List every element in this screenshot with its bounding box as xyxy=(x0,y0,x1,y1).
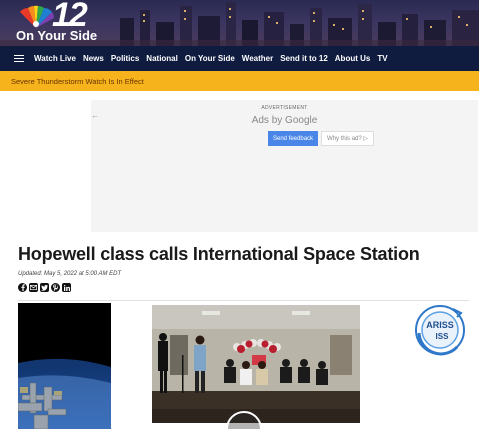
classroom-photo xyxy=(152,305,360,423)
updated-timestamp: Updated: May 5, 2022 at 5:00 AM EDT xyxy=(18,271,122,277)
pinterest-icon[interactable] xyxy=(51,283,60,292)
space-station-image xyxy=(18,303,111,429)
nav-item-watch-live[interactable]: Watch Live xyxy=(34,54,76,63)
ariss-logo-text: ARISS xyxy=(426,320,454,330)
main-nav: Watch Live News Politics National On You… xyxy=(0,46,479,71)
nav-item-politics[interactable]: Politics xyxy=(111,54,139,63)
nav-item-news[interactable]: News xyxy=(83,54,104,63)
nav-item-tv[interactable]: TV xyxy=(377,54,387,63)
share-bar xyxy=(18,283,71,292)
peacock-logo-icon xyxy=(20,5,54,29)
nav-item-send-it-to-12[interactable]: Send it to 12 xyxy=(280,54,328,63)
station-logo[interactable]: 12 On Your Side xyxy=(12,0,112,44)
facebook-icon[interactable] xyxy=(18,283,27,292)
send-feedback-button[interactable]: Send feedback xyxy=(268,131,319,146)
email-icon[interactable] xyxy=(29,283,38,292)
article-media[interactable]: ARISS ISS xyxy=(18,303,469,429)
article-headline: Hopewell class calls International Space… xyxy=(18,244,420,264)
hamburger-menu-icon[interactable] xyxy=(14,54,24,63)
why-this-ad-button[interactable]: Why this ad? ▷ xyxy=(321,131,374,146)
advertisement: ADVERTISEMENT ← Ads by Google Send feedb… xyxy=(91,100,478,232)
iss-logo-text: ISS xyxy=(436,332,450,341)
divider xyxy=(18,300,469,301)
nav-item-about-us[interactable]: About Us xyxy=(335,54,371,63)
twitter-icon[interactable] xyxy=(40,283,49,292)
ads-by-google: Ads by Google xyxy=(251,115,318,126)
station-tagline: On Your Side xyxy=(16,28,98,43)
ad-buttons: Send feedback Why this ad? ▷ xyxy=(268,131,374,146)
nav-item-national[interactable]: National xyxy=(146,54,178,63)
weather-alert-bar[interactable]: Severe Thunderstorm Watch Is In Effect xyxy=(0,71,479,91)
linkedin-icon[interactable] xyxy=(62,283,71,292)
ad-label: ADVERTISEMENT xyxy=(261,105,308,111)
header-banner: 12 On Your Side xyxy=(0,0,479,46)
alert-text: Severe Thunderstorm Watch Is In Effect xyxy=(11,76,144,86)
nav-item-on-your-side[interactable]: On Your Side xyxy=(185,54,235,63)
ariss-logo-icon: ARISS ISS xyxy=(415,305,465,356)
nav-item-weather[interactable]: Weather xyxy=(242,54,273,63)
